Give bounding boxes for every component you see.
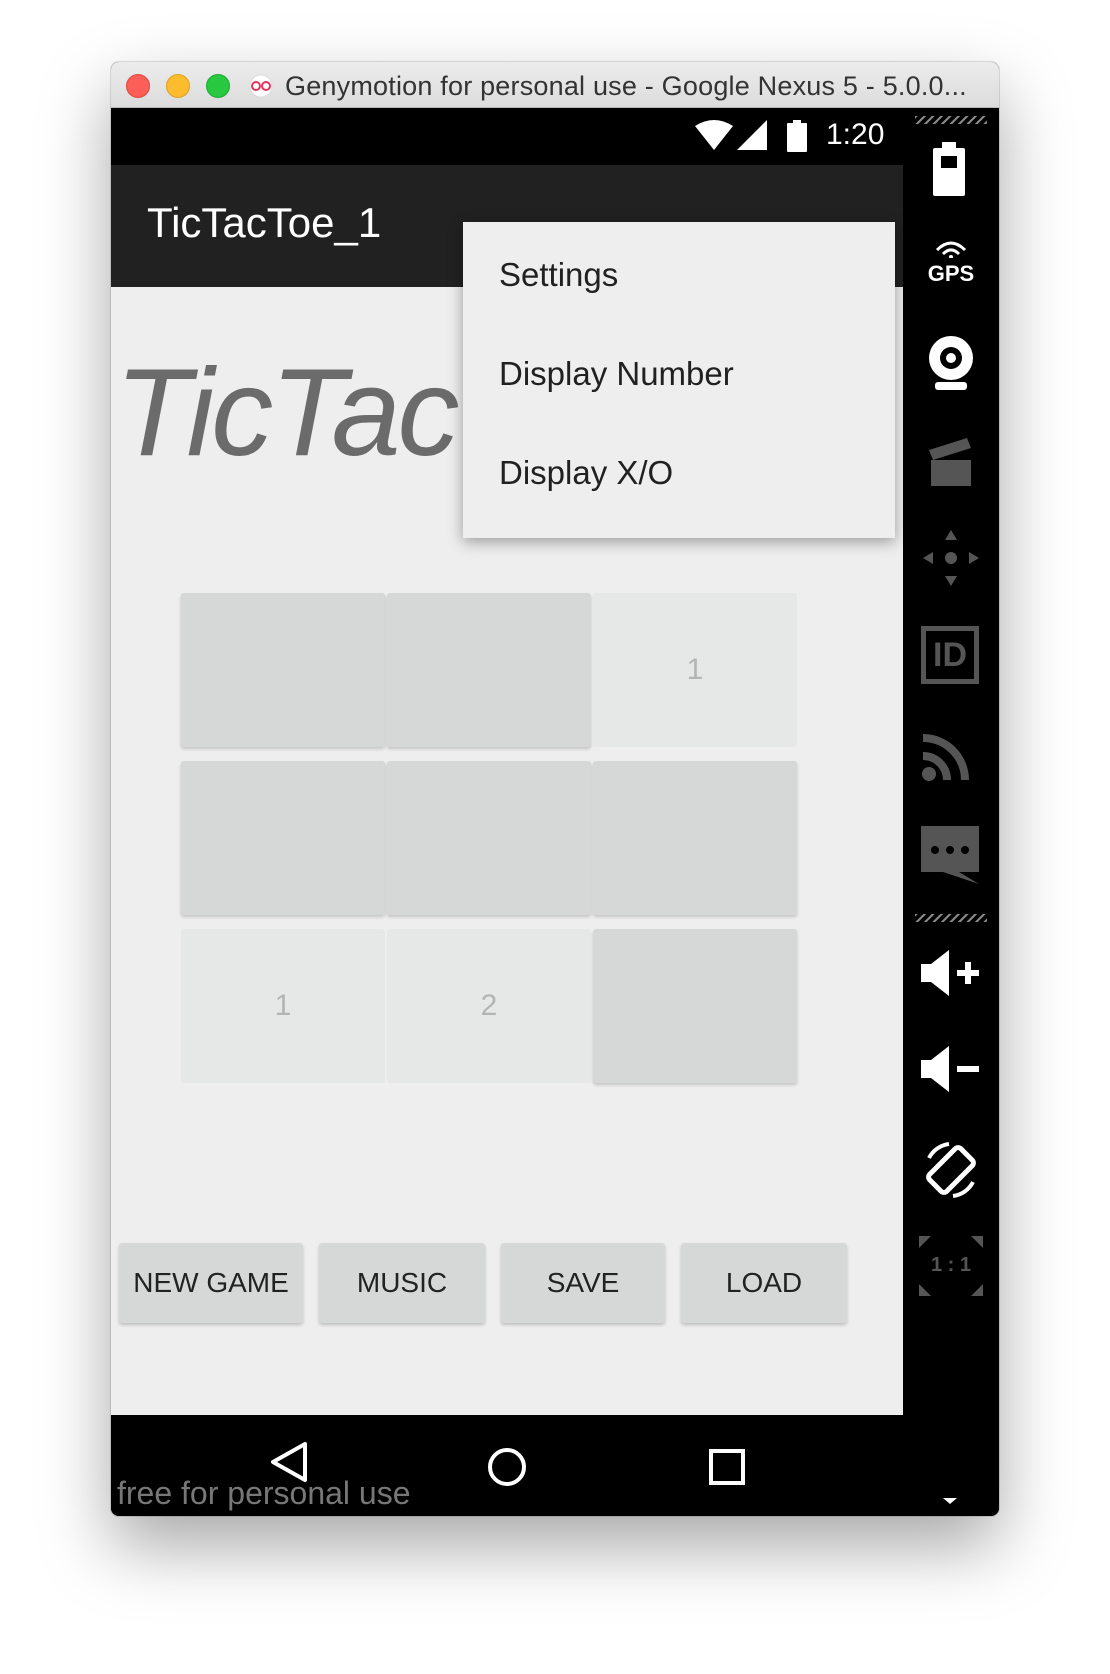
scale-label: 1 : 1 — [930, 1254, 972, 1276]
board-cell-6[interactable] — [593, 761, 797, 915]
home-icon[interactable] — [487, 1447, 527, 1487]
board-cell-2[interactable] — [387, 593, 591, 747]
gps-icon[interactable]: GPS — [919, 238, 983, 285]
board-cell-8[interactable]: 2 — [387, 929, 591, 1083]
wifi-icon — [695, 120, 733, 150]
new-game-button[interactable]: NEW GAME — [119, 1243, 303, 1323]
status-time: 1:20 — [826, 118, 885, 151]
navigation-bar: free for personal use — [111, 1415, 903, 1516]
gps-signal-icon — [935, 241, 967, 259]
toolbar-grip-middle[interactable] — [915, 914, 987, 922]
signal-icon — [737, 120, 767, 150]
app-title: TicTacToe_1 — [147, 199, 382, 246]
emulator-window: Genymotion for personal use - Google Nex… — [111, 62, 999, 1516]
genymotion-logo-icon — [249, 74, 273, 98]
gps-label: GPS — [927, 261, 975, 286]
volume-up-icon[interactable] — [919, 948, 983, 998]
recents-icon[interactable] — [709, 1449, 745, 1485]
menu-item-settings[interactable]: Settings — [463, 222, 895, 327]
music-button[interactable]: MUSIC — [319, 1243, 485, 1323]
id-icon[interactable]: ID — [921, 626, 979, 684]
cast-icon[interactable] — [921, 726, 977, 782]
menu-item-display-xo[interactable]: Display X/O — [463, 420, 895, 525]
battery-icon — [787, 120, 807, 152]
rotate-icon[interactable] — [919, 1138, 983, 1202]
battery-widget-icon[interactable] — [931, 142, 967, 198]
board-cell-4[interactable] — [181, 761, 385, 915]
save-button[interactable]: SAVE — [501, 1243, 665, 1323]
dpad-icon[interactable] — [921, 528, 981, 588]
board-cell-1[interactable] — [181, 593, 385, 747]
clapperboard-icon[interactable] — [927, 434, 975, 488]
webcam-icon[interactable] — [925, 334, 977, 392]
board-cell-3[interactable]: 1 — [593, 593, 797, 747]
zoom-window-button[interactable] — [206, 74, 230, 98]
overflow-menu: Settings Display Number Display X/O — [463, 222, 895, 538]
load-button[interactable]: LOAD — [681, 1243, 847, 1323]
board-cell-5[interactable] — [387, 761, 591, 915]
close-window-button[interactable] — [126, 74, 150, 98]
window-titlebar[interactable]: Genymotion for personal use - Google Nex… — [111, 62, 999, 108]
scale-icon[interactable]: 1 : 1 — [917, 1234, 985, 1298]
watermark-text: free for personal use — [117, 1475, 411, 1511]
board-cell-7[interactable]: 1 — [181, 929, 385, 1083]
chevron-down-icon[interactable] — [941, 1496, 959, 1506]
genymotion-toolbar: GPS ID 1: 1 — [903, 108, 999, 1516]
game-banner-title: TicTac — [115, 344, 460, 482]
sms-icon[interactable] — [919, 824, 981, 884]
board-cell-9[interactable] — [593, 929, 797, 1083]
volume-down-icon[interactable] — [919, 1044, 983, 1094]
menu-item-display-number[interactable]: Display Number — [463, 321, 895, 426]
android-screen: 1:20 TicTacToe_1 TicTac 1 1 2 NEW GAME M… — [111, 108, 903, 1516]
minimize-window-button[interactable] — [166, 74, 190, 98]
status-bar: 1:20 — [111, 108, 903, 165]
toolbar-grip[interactable] — [915, 116, 987, 124]
window-title: Genymotion for personal use - Google Nex… — [285, 71, 967, 101]
